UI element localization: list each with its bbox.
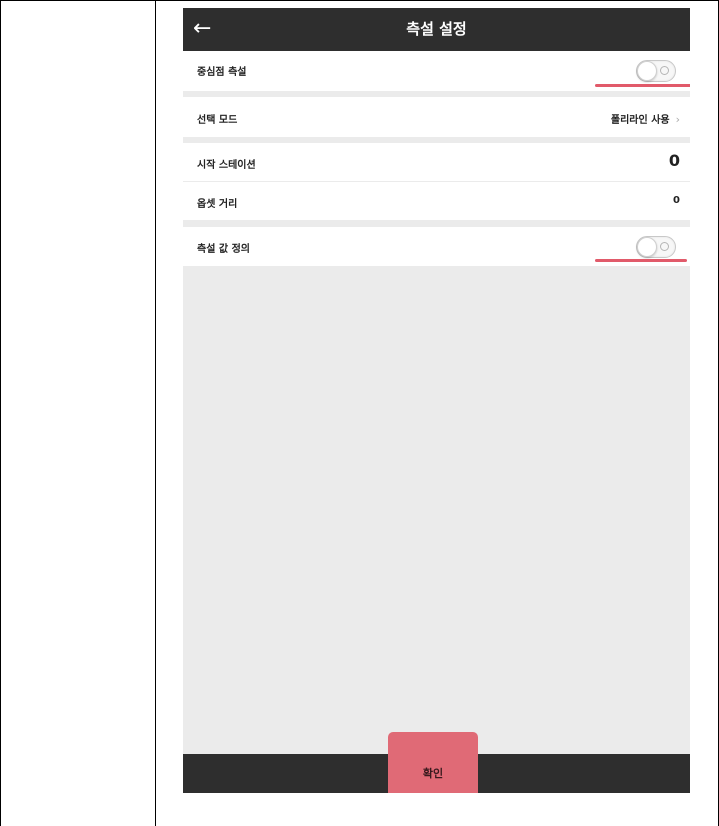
center-point-label: 중심점 측설 (197, 67, 247, 78)
confirm-button-label: 확인 (422, 767, 444, 780)
stake-value-define-row: 측설 값 정의 (183, 227, 690, 266)
select-mode-value: 폴리라인 사용 › (611, 111, 680, 126)
offset-distance-row[interactable]: 옵셋 거리 0 (183, 182, 690, 220)
highlight-underline (595, 259, 687, 262)
chevron-right-icon: › (675, 113, 680, 126)
table-border-left (0, 0, 1, 826)
start-station-input[interactable]: 0 (669, 151, 680, 170)
start-station-label: 시작 스테이션 (197, 160, 256, 171)
offset-distance-label: 옵셋 거리 (197, 199, 238, 210)
toggle-knob (637, 237, 657, 257)
offset-distance-input[interactable]: 0 (673, 195, 680, 206)
table-border-top (0, 0, 719, 1)
center-point-toggle[interactable] (636, 60, 676, 82)
toggle-knob (637, 61, 657, 81)
stake-value-define-label: 측설 값 정의 (197, 244, 250, 255)
highlight-underline (595, 84, 690, 87)
table-border-middle (155, 0, 156, 826)
stake-value-define-toggle[interactable] (636, 236, 676, 258)
select-mode-value-text: 폴리라인 사용 (610, 115, 670, 126)
select-mode-row[interactable]: 선택 모드 폴리라인 사용 › (183, 97, 690, 137)
start-station-row[interactable]: 시작 스테이션 0 (183, 143, 690, 181)
page-title: 측설 설정 (406, 20, 467, 38)
toggle-off-icon (660, 242, 669, 251)
app-screen: ← 측설 설정 중심점 측설 선택 모드 폴리라인 사용 › 시작 스테이션 0 … (183, 8, 690, 793)
select-mode-label: 선택 모드 (197, 115, 238, 126)
confirm-button[interactable]: 확인 (388, 732, 478, 793)
title-bar: ← 측설 설정 (183, 8, 690, 51)
center-point-row: 중심점 측설 (183, 51, 690, 91)
toggle-off-icon (660, 66, 669, 75)
